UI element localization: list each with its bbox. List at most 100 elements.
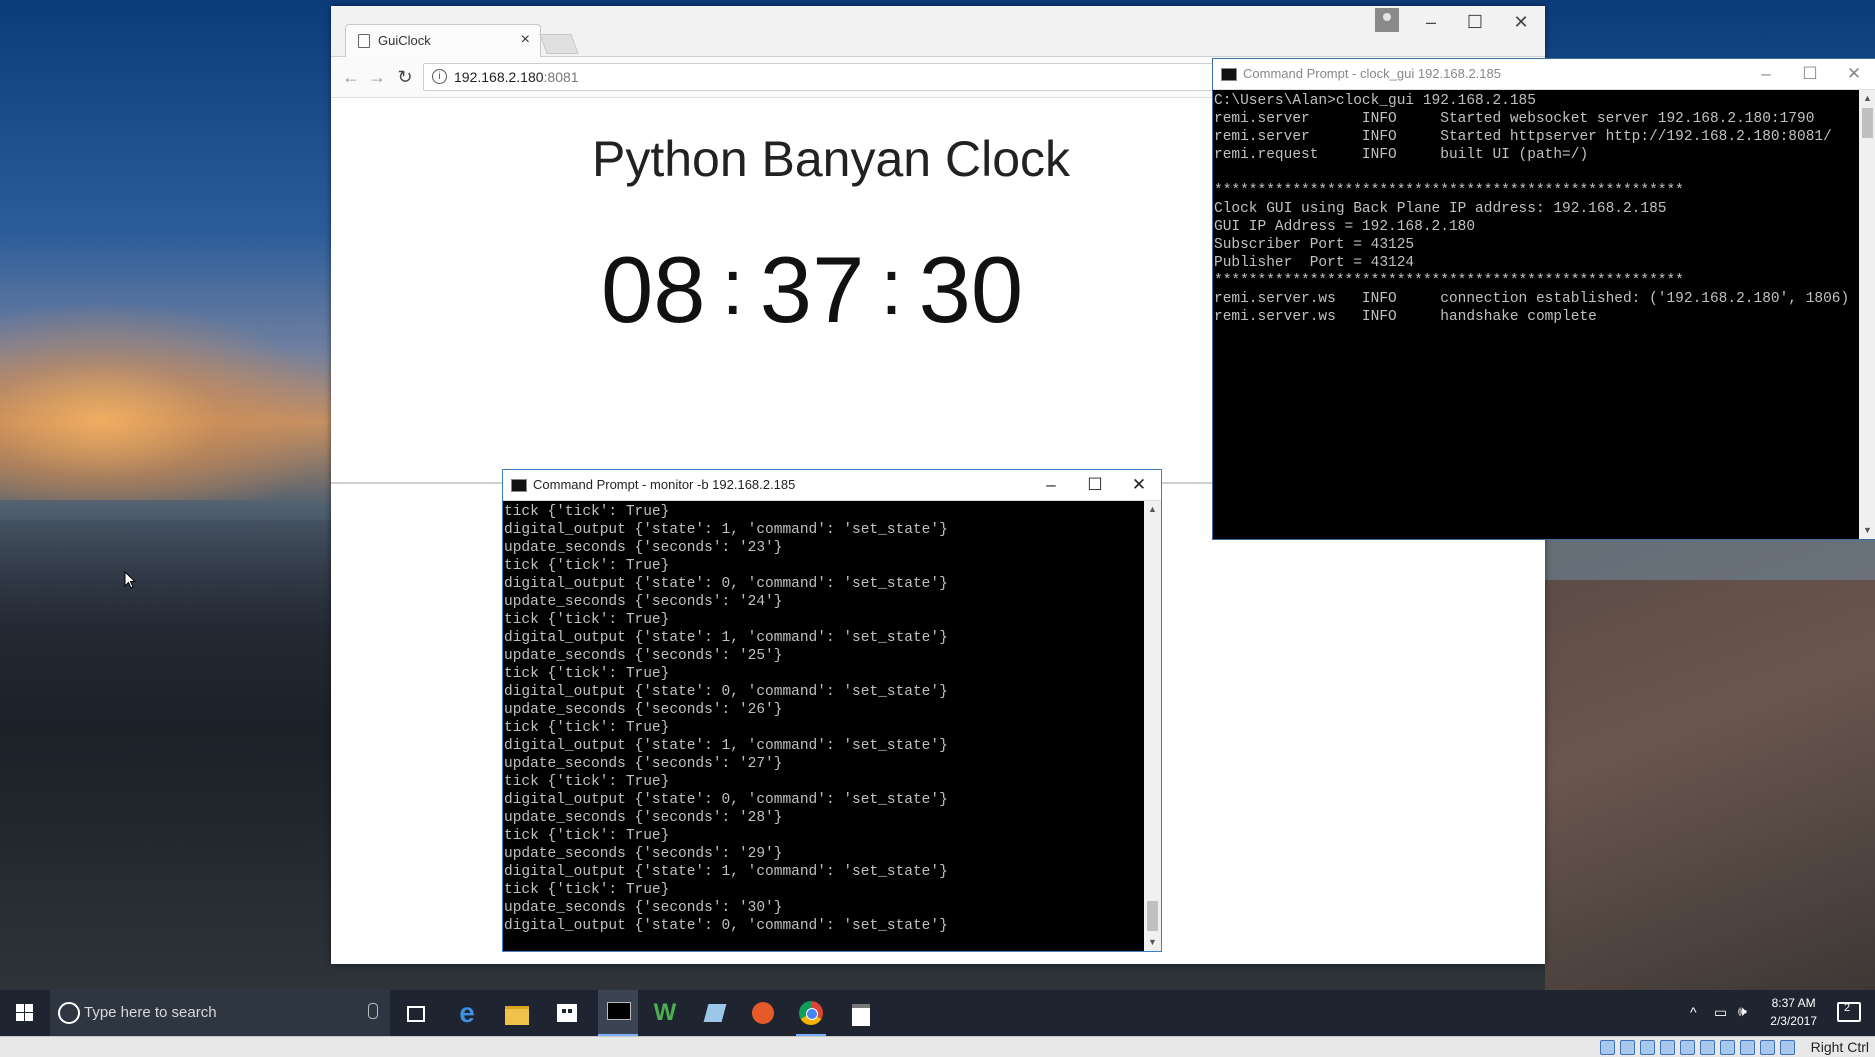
edge-icon[interactable]: e	[452, 998, 482, 1028]
scroll-up-icon[interactable]: ▲	[1144, 501, 1161, 518]
console-close-button[interactable]: ✕	[1832, 59, 1875, 89]
back-arrow-icon[interactable]: ←	[339, 65, 363, 89]
file-explorer-icon[interactable]	[502, 998, 532, 1028]
clock-display: 08:37:30	[601, 236, 1023, 344]
scroll-down-icon[interactable]: ▼	[1859, 522, 1875, 539]
console-output[interactable]: C:\Users\Alan>clock_gui 192.168.2.185 rem…	[1213, 90, 1858, 539]
vm-usb-icon[interactable]	[1680, 1040, 1695, 1055]
console-title: Command Prompt - clock_gui 192.168.2.185	[1243, 66, 1501, 81]
vm-capture-icon[interactable]	[1740, 1040, 1755, 1055]
console-line: ****************************************…	[1214, 183, 1684, 199]
clock-separator: :	[721, 242, 744, 331]
command-prompt-icon	[511, 479, 527, 492]
console-close-button[interactable]: ✕	[1117, 470, 1161, 500]
vm-audio-icon[interactable]	[1640, 1040, 1655, 1055]
vm-status-bar: Right Ctrl	[0, 1036, 1875, 1057]
clock-gui-console-window: Command Prompt - clock_gui 192.168.2.185…	[1212, 58, 1875, 540]
forward-arrow-icon[interactable]: →	[365, 65, 389, 89]
console-line: tick {'tick': True}	[504, 720, 670, 736]
console-line: digital_output {'state': 0, 'command': '…	[504, 918, 948, 934]
browser-minimize-button[interactable]: –	[1411, 8, 1451, 36]
tray-chevron-icon[interactable]: ^	[1690, 1004, 1697, 1020]
taskbar: Type here to search e W ^ ▭ 🕪 8:37 AM 2/…	[0, 990, 1875, 1036]
console-maximize-button[interactable]: ☐	[1073, 470, 1117, 500]
console-line: update_seconds {'seconds': '27'}	[504, 756, 783, 772]
console-line: tick {'tick': True}	[504, 828, 670, 844]
console-line: digital_output {'state': 1, 'command': '…	[504, 738, 948, 754]
clock-hours: 08	[601, 237, 706, 342]
info-icon[interactable]: i	[432, 69, 447, 84]
scroll-down-icon[interactable]: ▼	[1144, 934, 1161, 951]
clock-minutes: 37	[759, 237, 865, 342]
console-maximize-button[interactable]: ☐	[1788, 59, 1832, 89]
monitor-console-window: Command Prompt - monitor -b 192.168.2.18…	[502, 469, 1162, 952]
app-pen-icon[interactable]	[700, 998, 730, 1028]
console-line: update_seconds {'seconds': '28'}	[504, 810, 783, 826]
console-scrollbar[interactable]: ▲ ▼	[1144, 501, 1161, 951]
console-minimize-button[interactable]: –	[1744, 59, 1788, 89]
app-w-icon[interactable]: W	[650, 998, 680, 1028]
console-line: Publisher Port = 43124	[1214, 255, 1415, 271]
windows-logo-icon	[16, 1013, 24, 1021]
wallpaper-rock-right	[1545, 540, 1875, 1010]
tray-clock[interactable]: 8:37 AM 2/3/2017	[1770, 994, 1817, 1030]
console-line: C:\Users\Alan>clock_gui 192.168.2.185	[1214, 93, 1536, 109]
app-orange-icon[interactable]	[748, 998, 778, 1028]
console-titlebar[interactable]: Command Prompt - monitor -b 192.168.2.18…	[503, 470, 1161, 501]
reload-icon[interactable]: ↻	[393, 65, 417, 89]
console-line: tick {'tick': True}	[504, 882, 670, 898]
console-minimize-button[interactable]: –	[1029, 470, 1073, 500]
vm-display-icon[interactable]	[1720, 1040, 1735, 1055]
taskbar-search[interactable]: Type here to search	[50, 990, 390, 1036]
vm-mouse-icon[interactable]	[1780, 1040, 1795, 1055]
console-output[interactable]: tick {'tick': True} digital_output {'stat…	[503, 501, 1143, 951]
tray-date: 2/3/2017	[1770, 1014, 1817, 1028]
scroll-thumb[interactable]	[1147, 901, 1158, 931]
windows-logo-icon	[16, 1004, 24, 1012]
console-line: remi.server.ws INFO connection establish…	[1214, 291, 1850, 307]
vm-cpu-icon[interactable]	[1760, 1040, 1775, 1055]
browser-tab-guiclock[interactable]: GuiClock ×	[345, 24, 541, 57]
wallpaper-glow	[0, 300, 340, 500]
console-line: remi.request INFO built UI (path=/)	[1214, 147, 1589, 163]
vm-network-icon[interactable]	[1660, 1040, 1675, 1055]
console-line: update_seconds {'seconds': '26'}	[504, 702, 783, 718]
new-tab-button[interactable]	[539, 34, 579, 54]
browser-close-button[interactable]: ✕	[1501, 8, 1541, 36]
vm-shared-folder-icon[interactable]	[1700, 1040, 1715, 1055]
tab-title: GuiClock	[378, 33, 431, 48]
console-line: digital_output {'state': 1, 'command': '…	[504, 522, 948, 538]
vm-optical-icon[interactable]	[1620, 1040, 1635, 1055]
console-line: tick {'tick': True}	[504, 774, 670, 790]
scroll-up-icon[interactable]: ▲	[1859, 90, 1875, 107]
network-icon[interactable]: ▭	[1714, 1004, 1727, 1021]
command-prompt-taskbar-icon[interactable]	[598, 990, 638, 1036]
task-view-icon[interactable]	[402, 998, 432, 1028]
browser-maximize-button[interactable]: ☐	[1455, 8, 1495, 36]
user-profile-icon[interactable]	[1375, 8, 1399, 32]
console-titlebar[interactable]: Command Prompt - clock_gui 192.168.2.185…	[1213, 59, 1875, 90]
tab-close-icon[interactable]: ×	[521, 31, 530, 49]
volume-icon[interactable]: 🕪	[1738, 1003, 1747, 1020]
url-text: 192.168.2.180:8081	[454, 69, 579, 85]
vm-host-key: Right Ctrl	[1810, 1039, 1869, 1055]
page-icon	[358, 34, 370, 48]
console-line: digital_output {'state': 0, 'command': '…	[504, 576, 948, 592]
start-button[interactable]	[0, 990, 48, 1036]
chrome-icon[interactable]	[796, 998, 826, 1036]
console-line: digital_output {'state': 1, 'command': '…	[504, 864, 948, 880]
notes-icon[interactable]	[846, 998, 876, 1028]
vm-hdd-icon[interactable]	[1600, 1040, 1615, 1055]
console-line: update_seconds {'seconds': '24'}	[504, 594, 783, 610]
console-line: Subscriber Port = 43125	[1214, 237, 1415, 253]
scroll-thumb[interactable]	[1862, 108, 1873, 138]
wallpaper-water	[1545, 540, 1875, 580]
console-line: GUI IP Address = 192.168.2.180	[1214, 219, 1476, 235]
console-scrollbar[interactable]: ▲ ▼	[1859, 90, 1875, 539]
search-placeholder: Type here to search	[84, 1004, 217, 1021]
cortana-icon	[58, 1002, 80, 1024]
action-center-icon[interactable]: 2	[1837, 1002, 1861, 1022]
store-icon[interactable]	[552, 998, 582, 1028]
console-line: remi.server INFO Started httpserver http…	[1214, 129, 1832, 145]
microphone-icon[interactable]	[368, 1003, 378, 1019]
